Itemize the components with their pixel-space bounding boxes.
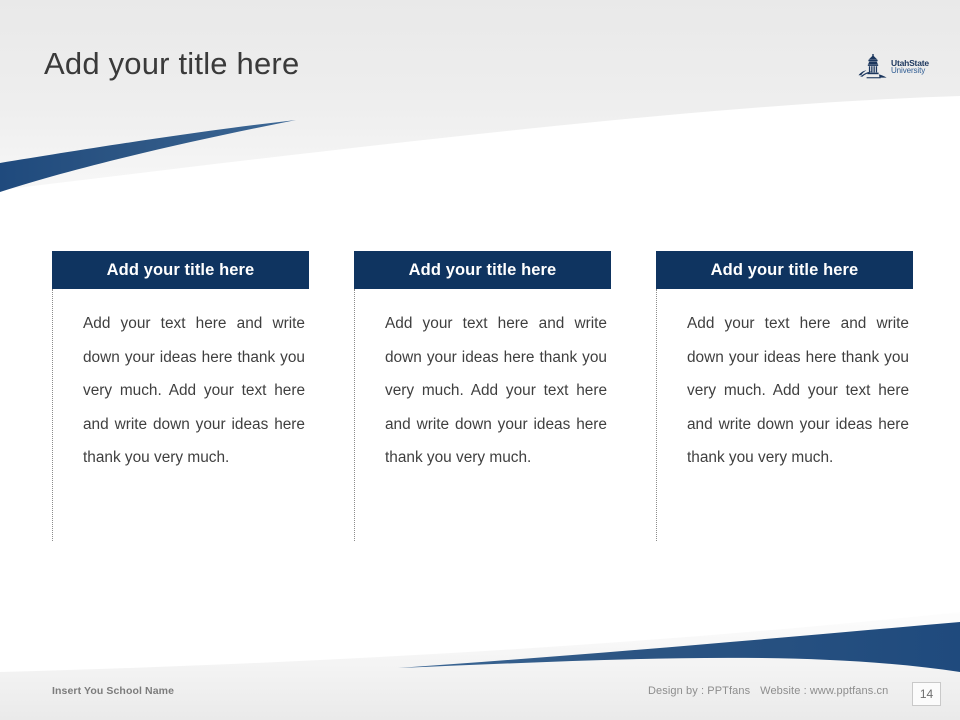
logo-line-2: University (891, 66, 926, 76)
content-card-1: Add your title here Add your text here a… (52, 251, 309, 541)
card-body-3: Add your text here and write down your i… (687, 315, 909, 466)
card-group: Add your title here Add your text here a… (0, 251, 960, 571)
footer-credit: Design by : PPTfans Website : www.pptfans… (648, 685, 888, 697)
content-card-3: Add your title here Add your text here a… (656, 251, 913, 541)
footer-website: Website : www.pptfans.cn (760, 685, 889, 697)
logo-wordmark: UtahState University (891, 58, 929, 76)
card-header-3: Add your title here (656, 251, 913, 289)
footer-school-name: Insert You School Name (52, 685, 175, 697)
slide: Add your title here UtahState University… (0, 0, 960, 720)
university-building-icon (858, 54, 887, 79)
content-card-2: Add your title here Add your text here a… (354, 251, 611, 541)
card-body-2: Add your text here and write down your i… (385, 315, 607, 466)
page-number-badge: 14 (912, 682, 941, 706)
university-logo: UtahState University (858, 52, 932, 82)
card-body-wrap-2: Add your text here and write down your i… (354, 289, 611, 541)
card-body-wrap-1: Add your text here and write down your i… (52, 289, 309, 541)
card-header-2: Add your title here (354, 251, 611, 289)
card-header-1: Add your title here (52, 251, 309, 289)
card-body-wrap-3: Add your text here and write down your i… (656, 289, 913, 541)
page-title: Add your title here (44, 46, 300, 81)
card-body-1: Add your text here and write down your i… (83, 315, 305, 466)
footer-design-by: Design by : PPTfans (648, 685, 751, 697)
